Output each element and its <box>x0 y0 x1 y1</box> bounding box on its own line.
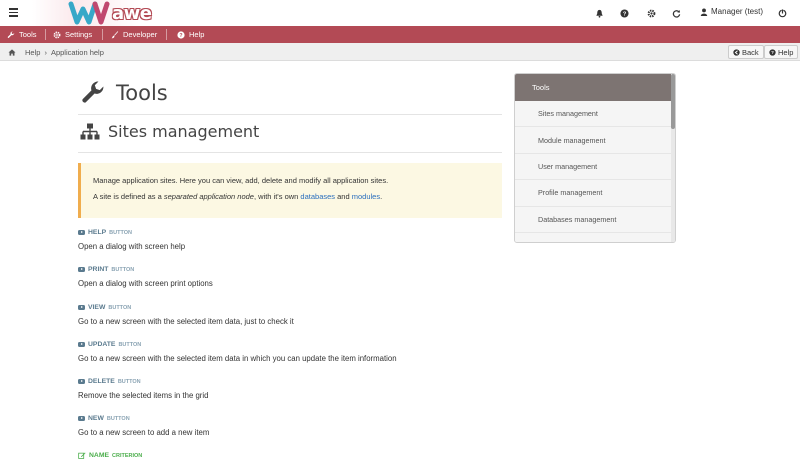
logout-icon[interactable] <box>776 7 788 19</box>
description-note: Manage application sites. Here you can v… <box>78 163 502 218</box>
edit-icon <box>78 452 86 459</box>
svg-text:?: ? <box>771 50 774 55</box>
item-name: DELETE <box>88 378 115 385</box>
gear-icon <box>53 31 61 38</box>
sidebar-item-profiles[interactable]: Profile management <box>515 180 675 207</box>
item-kind: CRITERION <box>112 452 143 459</box>
item-kind: BUTTON <box>106 415 130 422</box>
home-icon <box>8 48 16 56</box>
page-title-text: Tools <box>116 81 168 105</box>
logo-w-mark <box>68 1 110 25</box>
svg-text:?: ? <box>179 32 182 38</box>
menu-item-settings[interactable]: Settings <box>53 26 92 43</box>
menu-item-developer[interactable]: Developer <box>111 26 157 43</box>
item-kind: BUTTON <box>118 341 142 348</box>
breadcrumb-home[interactable]: Help › Application help <box>8 43 104 61</box>
note-line-2: A site is defined as a separated applica… <box>93 192 383 201</box>
user-icon <box>700 7 708 16</box>
sidebar-scrollbar[interactable] <box>671 74 675 242</box>
sitemap-icon <box>80 123 100 139</box>
item-kind: BUTTON <box>109 229 132 236</box>
item-name: HELP <box>88 229 107 236</box>
play-icon <box>78 379 85 384</box>
logo-text: awe <box>112 3 152 24</box>
breadcrumb: Help › Application help Back ? Help <box>0 43 800 61</box>
item-description: Go to a new screen to add a new item <box>78 428 210 437</box>
back-button[interactable]: Back <box>728 45 764 59</box>
print-item: PRINT BUTTON Open a dialog with screen pr… <box>78 266 502 288</box>
item-kind: BUTTON <box>111 266 135 273</box>
item-name: UPDATE <box>88 341 116 348</box>
item-description: Go to a new screen with the selected ite… <box>78 317 294 326</box>
help-button-label: Help <box>778 47 794 57</box>
sidebar-header[interactable]: Tools <box>515 74 675 101</box>
svg-text:?: ? <box>622 11 626 17</box>
help-item: HELP BUTTON Open a dialog with screen hel… <box>78 229 502 251</box>
user-name: Manager (test) <box>711 7 764 16</box>
sidebar-item-databases[interactable]: Databases management <box>515 206 675 233</box>
section-title: Sites management <box>80 122 259 141</box>
logo[interactable]: awe <box>32 0 152 26</box>
play-icon <box>78 342 85 347</box>
scrollbar-thumb[interactable] <box>671 74 675 129</box>
item-name: PRINT <box>88 266 109 273</box>
update-item: UPDATE BUTTON Go to a new screen with the… <box>78 341 502 363</box>
breadcrumb-current: Application help <box>50 47 104 57</box>
question-circle-icon[interactable]: ? <box>618 7 630 19</box>
section-title-text: Sites management <box>108 122 260 141</box>
wrench-icon <box>82 81 104 103</box>
help-button[interactable]: ? Help <box>764 45 799 59</box>
breadcrumb-help[interactable]: Help <box>25 48 40 57</box>
item-description: Open a dialog with screen print options <box>78 279 213 288</box>
menu-label-tools: Tools <box>19 30 37 39</box>
new-item: NEW BUTTON Go to a new screen to add a ne… <box>78 415 502 437</box>
menu-label-help: Help <box>189 30 205 39</box>
wrench-icon <box>7 30 15 38</box>
main-menu-bar: Tools Settings Developer ? Help <box>0 26 800 43</box>
hamburger-menu-icon[interactable] <box>9 8 18 17</box>
user-menu[interactable]: Manager (test) <box>700 7 763 16</box>
item-kind: BUTTON <box>108 304 132 311</box>
play-icon <box>78 416 85 421</box>
sidebar-item-modules[interactable]: Module management <box>515 127 675 154</box>
name-criterion-item: NAME CRITERION <box>78 452 502 459</box>
sidebar-item-sites[interactable]: Sites management <box>515 101 675 128</box>
note-line-1: Manage application sites. Here you can v… <box>93 176 389 185</box>
databases-link[interactable]: databases <box>300 192 335 201</box>
arrow-left-circle-icon <box>733 48 740 56</box>
gear-icon[interactable] <box>645 7 657 19</box>
bell-icon[interactable] <box>593 7 605 19</box>
divider <box>78 152 502 153</box>
divider <box>78 114 502 115</box>
question-icon: ? <box>177 30 185 38</box>
sidebar-item-more[interactable]: T... <box>515 232 675 242</box>
question-circle-icon: ? <box>769 48 776 56</box>
play-icon <box>78 267 85 272</box>
view-item: VIEW BUTTON Go to a new screen with the s… <box>78 304 502 326</box>
back-button-label: Back <box>742 47 759 57</box>
breadcrumb-separator: › <box>44 47 47 57</box>
menu-item-tools[interactable]: Tools <box>7 26 37 43</box>
brush-icon <box>111 30 119 38</box>
page-title: Tools <box>80 80 168 106</box>
refresh-icon[interactable] <box>670 7 682 19</box>
menu-label-settings: Settings <box>65 30 93 39</box>
play-icon <box>78 305 85 310</box>
sidebar-nav: Tools Sites management Module management… <box>514 73 676 243</box>
item-name: NAME <box>89 452 110 459</box>
note-emphasis: separated application node <box>163 192 254 201</box>
delete-item: DELETE BUTTON Remove the selected items i… <box>78 378 502 400</box>
item-name: NEW <box>88 415 104 422</box>
menu-label-developer: Developer <box>123 30 158 39</box>
play-icon <box>78 230 85 235</box>
menu-item-help[interactable]: ? Help <box>177 26 204 43</box>
modules-link[interactable]: modules <box>352 192 380 201</box>
item-description: Open a dialog with screen help <box>78 242 186 251</box>
item-name: VIEW <box>88 304 106 311</box>
sidebar-item-users[interactable]: User management <box>515 153 675 181</box>
item-description: Remove the selected items in the grid <box>78 391 209 400</box>
item-description: Go to a new screen with the selected ite… <box>78 354 397 363</box>
item-kind: BUTTON <box>117 378 141 385</box>
top-bar: awe ? Manager (test) <box>0 0 800 26</box>
